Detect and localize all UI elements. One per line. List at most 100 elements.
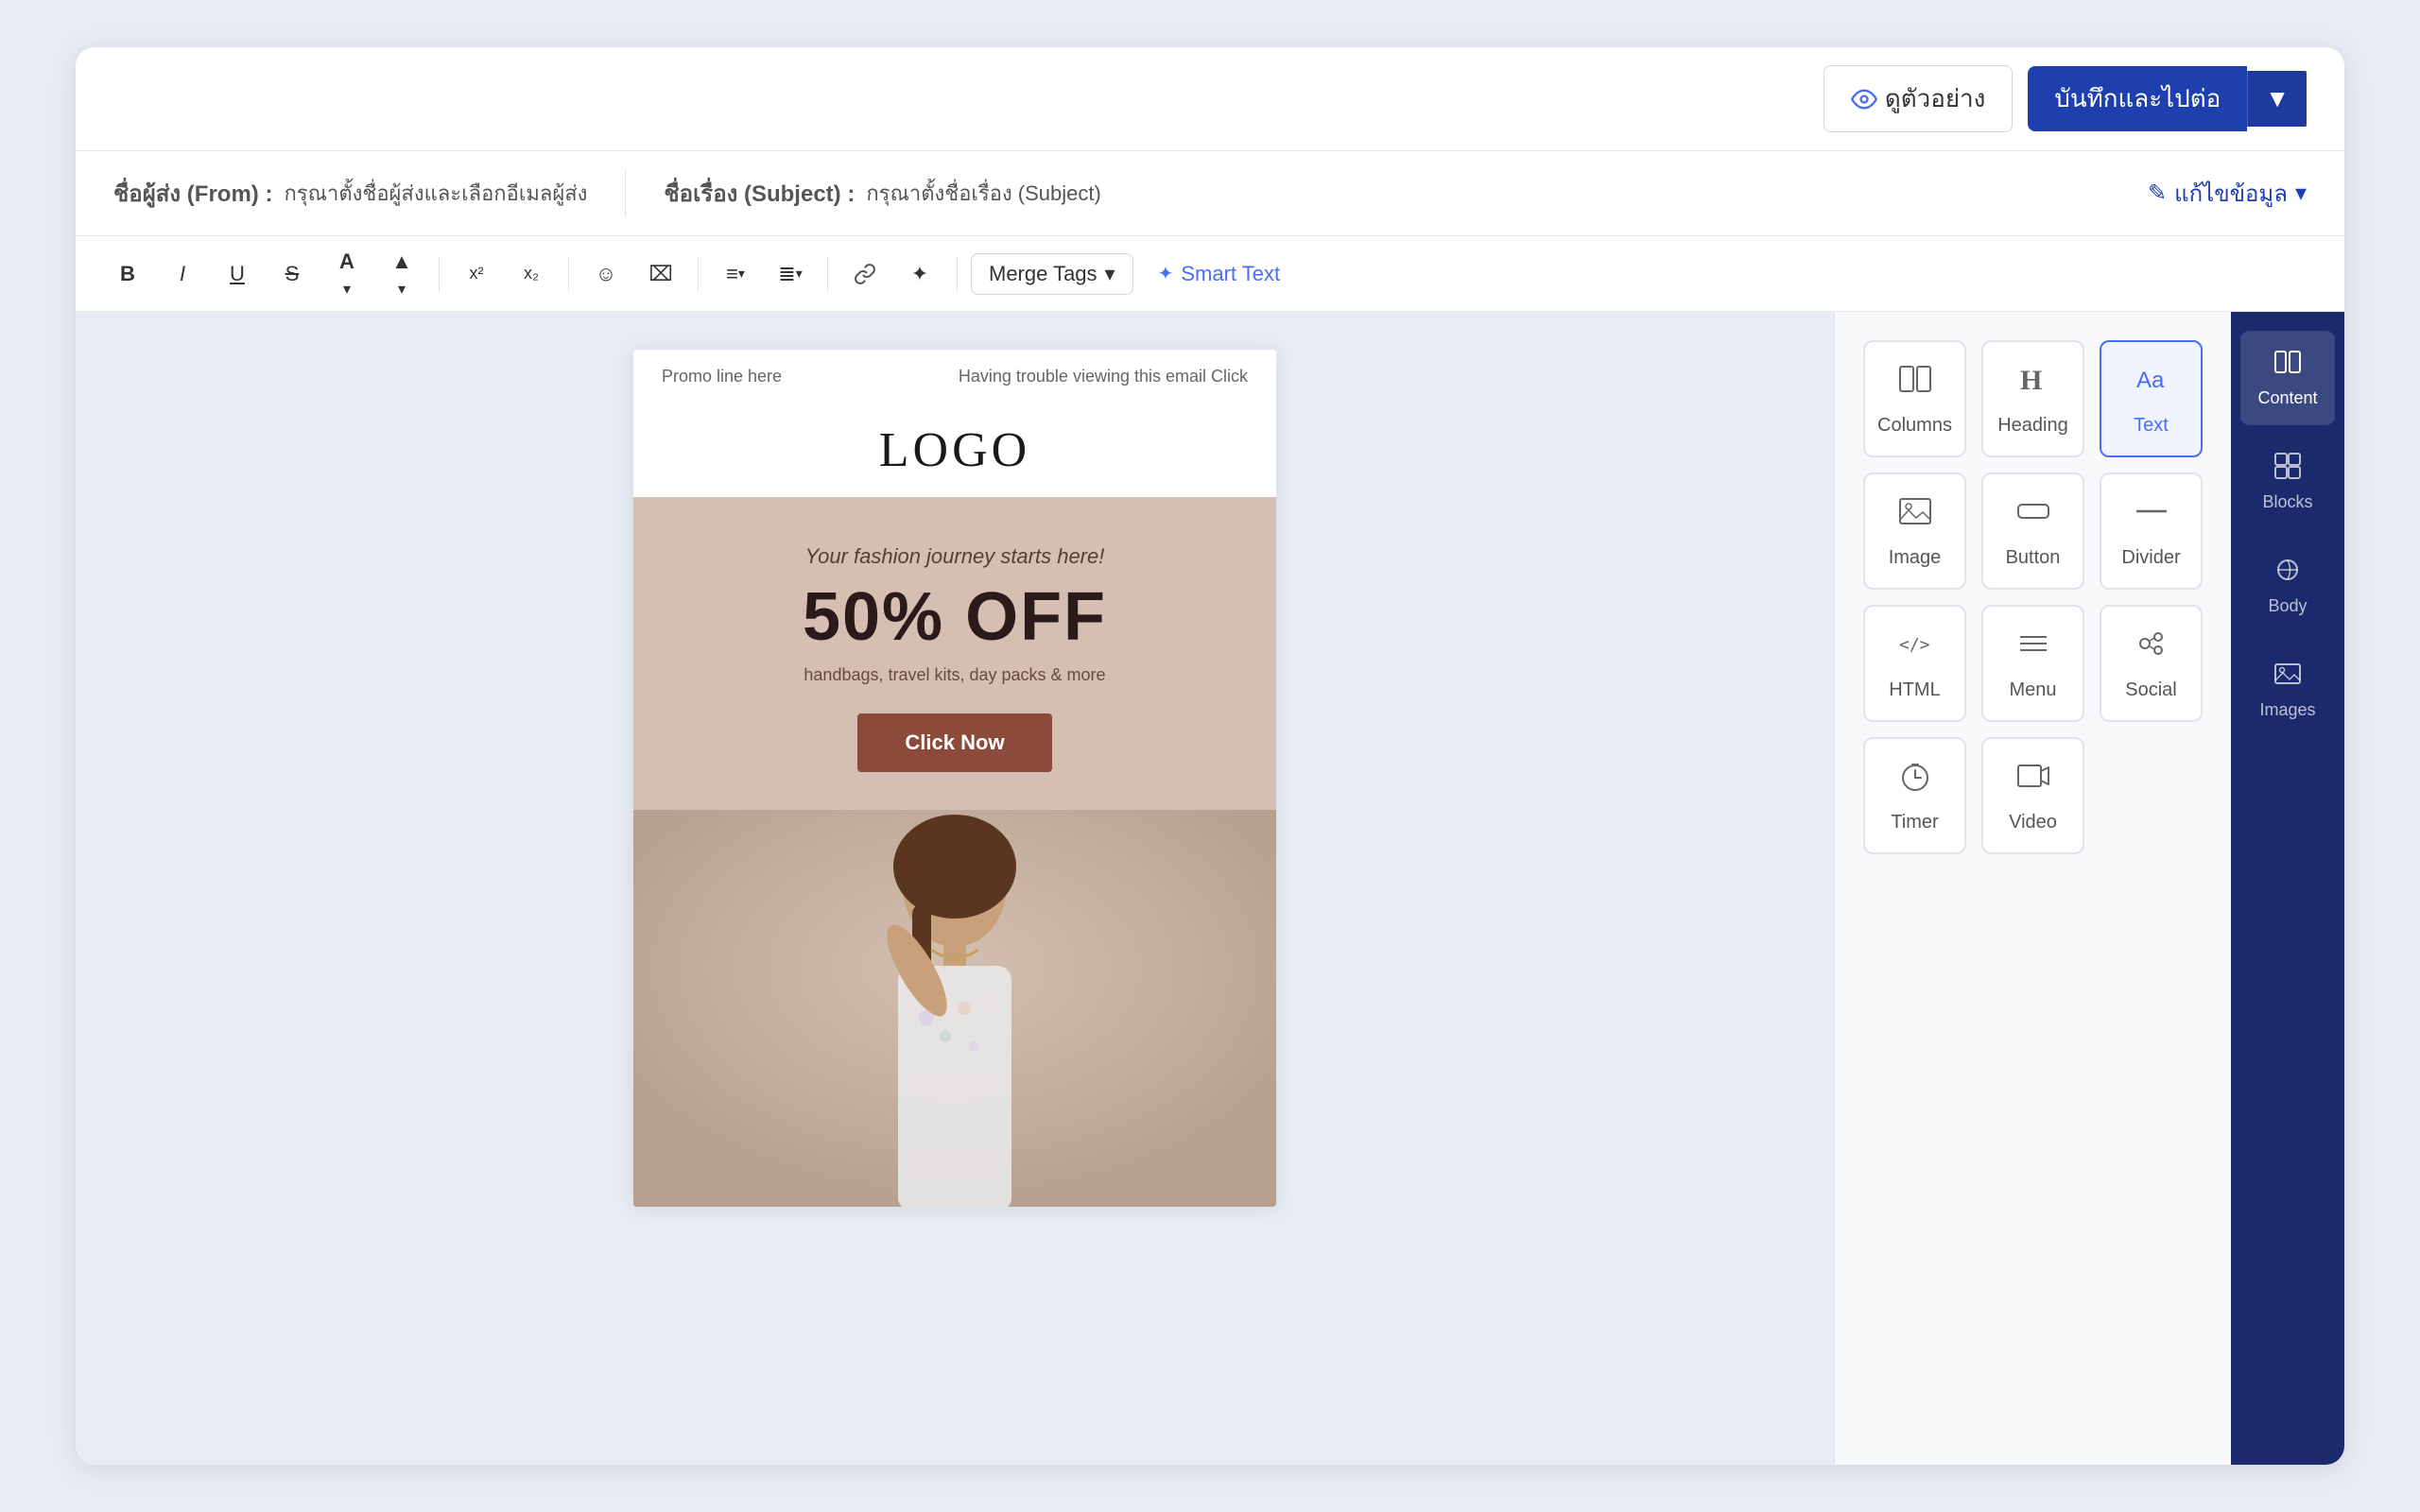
edit-icon: ✎ bbox=[2148, 180, 2167, 207]
field-divider bbox=[625, 170, 626, 217]
merge-chevron-icon: ▾ bbox=[1105, 262, 1115, 286]
image-icon bbox=[1897, 493, 1933, 538]
smart-star-icon: ✦ bbox=[1158, 262, 1174, 285]
content-item-timer[interactable]: Timer bbox=[1863, 737, 1966, 854]
edit-label: แก้ไขข้อมูล bbox=[2174, 175, 2288, 212]
social-label: Social bbox=[2125, 679, 2176, 701]
text-label: Text bbox=[2134, 415, 2169, 437]
underline-button[interactable]: U bbox=[214, 250, 261, 298]
content-item-html[interactable]: </> HTML bbox=[1863, 605, 1966, 722]
menu-label: Menu bbox=[2009, 679, 2056, 701]
nav-item-body[interactable]: Body bbox=[2240, 539, 2335, 633]
from-value: กรุณาตั้งชื่อผู้ส่งและเลือกอีเมลผู้ส่ง bbox=[284, 177, 587, 210]
blocks-nav-icon bbox=[2273, 452, 2302, 487]
subject-value: กรุณาตั้งชื่อเรื่อง (Subject) bbox=[866, 177, 1101, 210]
button-icon bbox=[2015, 493, 2051, 538]
video-label: Video bbox=[2009, 812, 2057, 833]
italic-button[interactable]: I bbox=[159, 250, 206, 298]
toolbar-divider-3 bbox=[698, 257, 699, 291]
images-nav-icon bbox=[2273, 660, 2302, 695]
email-photo bbox=[633, 810, 1276, 1207]
from-label: ชื่อผู้ส่ง (From) : bbox=[113, 175, 272, 212]
email-logo: LOGO bbox=[879, 422, 1030, 478]
trouble-text: Having trouble viewing this email Click bbox=[959, 367, 1248, 387]
app-container: ดูตัวอย่าง บันทึกและไปต่อ ▼ ชื่อผู้ส่ง (… bbox=[76, 47, 2344, 1465]
superscript-button[interactable]: x² bbox=[453, 250, 500, 298]
toolbar-divider-2 bbox=[568, 257, 569, 291]
body-nav-icon bbox=[2273, 556, 2302, 591]
svg-text:Aa: Aa bbox=[2136, 368, 2165, 393]
link-button[interactable] bbox=[841, 250, 889, 298]
svg-text:</>: </> bbox=[1899, 635, 1930, 655]
nav-item-images[interactable]: Images bbox=[2240, 643, 2335, 737]
content-item-columns[interactable]: Columns bbox=[1863, 340, 1966, 457]
toolbar: B I U S A ▾ ▲ ▾ x² x₂ ☺ bbox=[76, 236, 2344, 312]
heading-icon: H bbox=[2015, 361, 2051, 405]
content-item-video[interactable]: Video bbox=[1981, 737, 2084, 854]
content-panel: Columns H Heading Aa bbox=[1834, 312, 2231, 1465]
html-icon: </> bbox=[1897, 626, 1933, 670]
content-nav-label: Content bbox=[2257, 388, 2317, 408]
merge-tags-button[interactable]: Merge Tags ▾ bbox=[971, 253, 1133, 295]
video-icon bbox=[2015, 758, 2051, 802]
numbered-list-button[interactable]: ≣ ▾ bbox=[767, 250, 814, 298]
preview-label: ดูตัวอย่าง bbox=[1885, 79, 1986, 118]
clear-button[interactable]: ⌧ bbox=[637, 250, 684, 298]
timer-icon bbox=[1897, 758, 1933, 802]
bullet-list-button[interactable]: ≡ ▾ bbox=[712, 250, 759, 298]
more-button[interactable]: ✦ bbox=[896, 250, 943, 298]
image-label: Image bbox=[1889, 547, 1942, 569]
fields-bar: ชื่อผู้ส่ง (From) : กรุณาตั้งชื่อผู้ส่งแ… bbox=[76, 151, 2344, 236]
content-item-text[interactable]: Aa Text bbox=[2100, 340, 2203, 457]
content-grid: Columns H Heading Aa bbox=[1863, 340, 2203, 854]
top-bar: ดูตัวอย่าง บันทึกและไปต่อ ▼ bbox=[76, 47, 2344, 151]
content-item-social[interactable]: Social bbox=[2100, 605, 2203, 722]
right-nav: Content Blocks bbox=[2231, 312, 2344, 1465]
svg-text:H: H bbox=[2020, 365, 2042, 396]
columns-label: Columns bbox=[1877, 415, 1952, 437]
content-item-divider[interactable]: Divider bbox=[2100, 472, 2203, 590]
cta-button[interactable]: Click Now bbox=[857, 713, 1051, 772]
font-color-button[interactable]: A ▾ bbox=[323, 250, 371, 298]
blocks-nav-label: Blocks bbox=[2262, 492, 2312, 512]
save-button[interactable]: บันทึกและไปต่อ bbox=[2028, 66, 2247, 131]
highlight-button[interactable]: ▲ ▾ bbox=[378, 250, 425, 298]
content-item-image[interactable]: Image bbox=[1863, 472, 1966, 590]
toolbar-divider-5 bbox=[957, 257, 958, 291]
strikethrough-button[interactable]: S bbox=[268, 250, 316, 298]
canvas-area: Promo line here Having trouble viewing t… bbox=[76, 312, 1834, 1465]
hero-desc: handbags, travel kits, day packs & more bbox=[671, 665, 1238, 685]
text-icon: Aa bbox=[2134, 361, 2169, 405]
nav-item-content[interactable]: Content bbox=[2240, 331, 2335, 425]
timer-label: Timer bbox=[1891, 812, 1938, 833]
preview-button[interactable]: ดูตัวอย่าง bbox=[1824, 65, 2014, 132]
html-label: HTML bbox=[1889, 679, 1940, 701]
edit-link[interactable]: ✎ แก้ไขข้อมูล ▾ bbox=[2148, 175, 2307, 212]
subscript-button[interactable]: x₂ bbox=[508, 250, 555, 298]
promo-text: Promo line here bbox=[662, 367, 782, 387]
content-item-heading[interactable]: H Heading bbox=[1981, 340, 2084, 457]
save-caret-button[interactable]: ▼ bbox=[2247, 71, 2307, 127]
button-label: Button bbox=[2006, 547, 2061, 569]
images-nav-label: Images bbox=[2259, 700, 2315, 720]
divider-label: Divider bbox=[2121, 547, 2180, 569]
email-frame: Promo line here Having trouble viewing t… bbox=[633, 350, 1276, 1207]
content-nav-icon bbox=[2273, 348, 2302, 383]
save-group: บันทึกและไปต่อ ▼ bbox=[2028, 66, 2307, 131]
columns-icon bbox=[1897, 361, 1933, 405]
emoji-button[interactable]: ☺ bbox=[582, 250, 630, 298]
toolbar-divider-1 bbox=[439, 257, 440, 291]
menu-icon bbox=[2015, 626, 2051, 670]
subject-label: ชื่อเรื่อง (Subject) : bbox=[664, 175, 855, 212]
content-item-button[interactable]: Button bbox=[1981, 472, 2084, 590]
email-hero: Your fashion journey starts here! 50% OF… bbox=[633, 497, 1276, 810]
smart-text-button[interactable]: ✦ Smart Text bbox=[1141, 254, 1298, 294]
email-promo-bar: Promo line here Having trouble viewing t… bbox=[633, 350, 1276, 404]
main-content: Promo line here Having trouble viewing t… bbox=[76, 312, 2344, 1465]
edit-chevron-icon: ▾ bbox=[2295, 180, 2307, 207]
subject-field-group: ชื่อเรื่อง (Subject) : กรุณาตั้งชื่อเรื่… bbox=[664, 175, 1100, 212]
from-field-group: ชื่อผู้ส่ง (From) : กรุณาตั้งชื่อผู้ส่งแ… bbox=[113, 175, 587, 212]
content-item-menu[interactable]: Menu bbox=[1981, 605, 2084, 722]
bold-button[interactable]: B bbox=[104, 250, 151, 298]
nav-item-blocks[interactable]: Blocks bbox=[2240, 435, 2335, 529]
